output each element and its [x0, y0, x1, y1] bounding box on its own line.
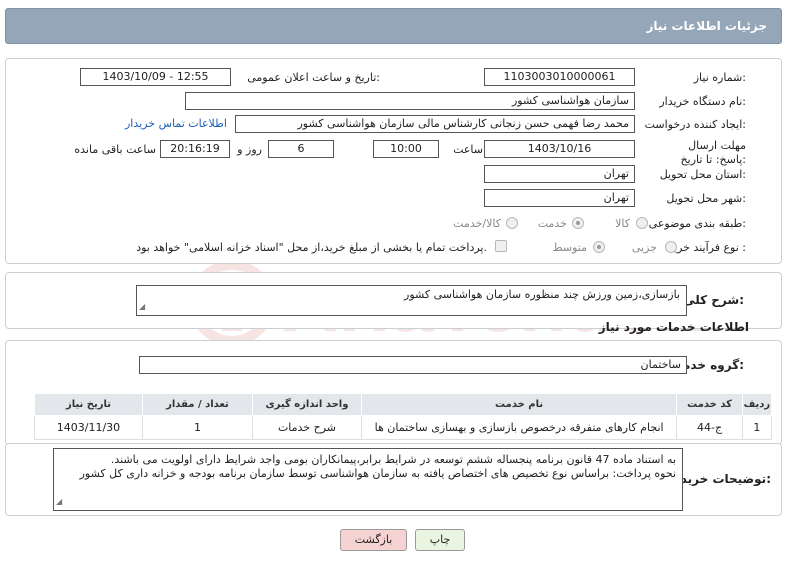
province-label: استان محل تحویل: — [659, 168, 746, 181]
cell-unit: شرح خدمات — [251, 415, 362, 440]
category-goods-label: کالا — [615, 217, 630, 230]
print-button[interactable]: چاپ — [415, 529, 465, 551]
creator-field: محمد رضا فهمی حسن زنجانی کارشناس مالی سا… — [235, 115, 635, 133]
cell-service-code: ج-44 — [676, 415, 743, 440]
days-remaining-field: 6 — [268, 140, 334, 158]
deadline-date-field: 1403/10/16 — [484, 140, 635, 158]
process-medium-label: متوسط — [552, 241, 587, 254]
deadline-time-field: 10:00 — [373, 140, 439, 158]
buyer-org-field: سازمان هواشناسی کشور — [185, 92, 635, 110]
cell-need-date: 1403/11/30 — [34, 415, 143, 440]
province-field: تهران — [484, 165, 635, 183]
category-label: طبقه بندی موضوعی: — [648, 217, 746, 230]
category-goods-service-radio[interactable] — [506, 217, 518, 229]
services-section-title: اطلاعات خدمات مورد نیاز — [598, 320, 749, 334]
col-unit: واحد اندازه گیری — [251, 393, 362, 416]
buyer-notes-line-1: به استناد ماده 47 قانون برنامه پنجساله ش… — [110, 453, 676, 466]
time-remaining-field: 20:16:19 — [160, 140, 230, 158]
city-field: تهران — [484, 189, 635, 207]
col-need-date: تاریخ نیاز — [34, 393, 143, 416]
buyer-notes-line-2: نحوه پرداخت: براساس نوع تخصیص های اختصاص… — [79, 467, 676, 480]
treasury-payment-note: پرداخت تمام یا بخشی از مبلغ خرید،از محل … — [136, 241, 487, 254]
services-table: ردیف کد خدمت نام خدمت واحد اندازه گیری ت… — [34, 393, 773, 440]
service-group-field: ساختمان — [139, 356, 687, 374]
col-service-name: نام خدمت — [360, 393, 678, 416]
announce-label: تاریخ و ساعت اعلان عمومی: — [247, 71, 380, 84]
description-textarea: بازسازی،زمین ورزش چند منظوره سازمان هواش… — [136, 285, 687, 316]
time-remaining-label: ساعت باقی مانده — [74, 143, 156, 156]
cell-row-number: 1 — [741, 415, 773, 440]
resize-handle-icon[interactable]: ◢ — [56, 495, 62, 509]
deadline-label: مهلت ارسال پاسخ: تا تاریخ: — [680, 139, 746, 166]
process-label: نوع فرآیند خرید : — [668, 241, 746, 254]
col-service-code: کد خدمت — [676, 393, 743, 416]
city-label: شهر محل تحویل: — [666, 192, 746, 205]
resize-handle-icon[interactable]: ◢ — [139, 300, 145, 314]
category-service-label: خدمت — [537, 217, 567, 230]
cell-service-name: انجام کارهای متفرقه درخصوص بازسازی و بهس… — [360, 415, 678, 440]
treasury-payment-checkbox[interactable] — [495, 240, 507, 252]
buyer-contact-link[interactable]: اطلاعات تماس خریدار — [125, 117, 227, 130]
category-service-radio[interactable] — [572, 217, 584, 229]
cell-quantity: 1 — [141, 415, 253, 440]
buyer-notes-label: توضیحات خریدار: — [669, 472, 771, 486]
page-title: جزئیات اطلاعات نیاز — [646, 19, 767, 33]
table-header-row: ردیف کد خدمت نام خدمت واحد اندازه گیری ت… — [34, 393, 773, 416]
process-minor-radio[interactable] — [665, 241, 677, 253]
page-header: جزئیات اطلاعات نیاز — [5, 8, 782, 44]
category-goods-service-label: کالا/خدمت — [453, 217, 501, 230]
need-number-label: شماره نیاز: — [693, 71, 746, 84]
process-medium-radio[interactable] — [593, 241, 605, 253]
col-quantity: تعداد / مقدار — [141, 393, 253, 416]
back-button[interactable]: بازگشت — [340, 529, 407, 551]
buyer-notes-textarea: به استناد ماده 47 قانون برنامه پنجساله ش… — [53, 448, 683, 511]
creator-label: ایجاد کننده درخواست: — [644, 118, 746, 131]
need-number-field: 1103003010000061 — [484, 68, 635, 86]
category-goods-radio[interactable] — [636, 217, 648, 229]
table-row: 1 ج-44 انجام کارهای متفرقه درخصوص بازساز… — [34, 415, 773, 440]
announce-datetime-field: 1403/10/09 - 12:55 — [80, 68, 231, 86]
col-row-number: ردیف — [741, 393, 773, 416]
buyer-org-label: نام دستگاه خریدار: — [659, 95, 746, 108]
description-text: بازسازی،زمین ورزش چند منظوره سازمان هواش… — [404, 288, 680, 301]
days-label: روز و — [237, 143, 262, 156]
process-minor-label: جزیی — [631, 241, 657, 254]
deadline-time-label: ساعت — [453, 143, 483, 156]
